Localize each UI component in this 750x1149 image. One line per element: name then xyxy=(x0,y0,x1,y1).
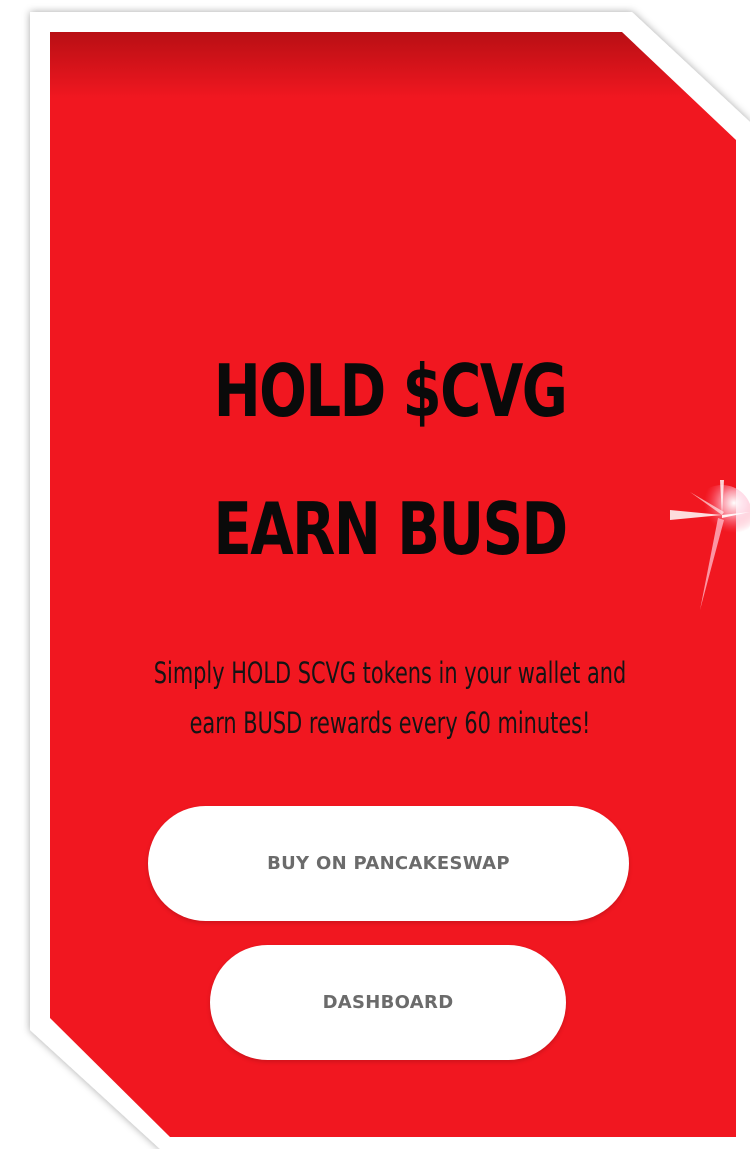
sparkle-icon xyxy=(670,480,750,610)
subtitle-line1: Simply HOLD SCVG tokens in your wallet a… xyxy=(153,656,627,690)
headline-hold: HOLD $CVG xyxy=(213,349,568,433)
dashboard-button[interactable]: DASHBOARD xyxy=(210,945,566,1060)
hero-subtitle: Simply HOLD SCVG tokens in your wallet a… xyxy=(152,648,627,748)
subtitle-line2: earn BUSD rewards every 60 minutes! xyxy=(189,706,591,740)
buy-on-pancakeswap-button[interactable]: BUY ON PANCAKESWAP xyxy=(148,806,629,921)
headline-earn: EARN BUSD xyxy=(213,487,568,571)
